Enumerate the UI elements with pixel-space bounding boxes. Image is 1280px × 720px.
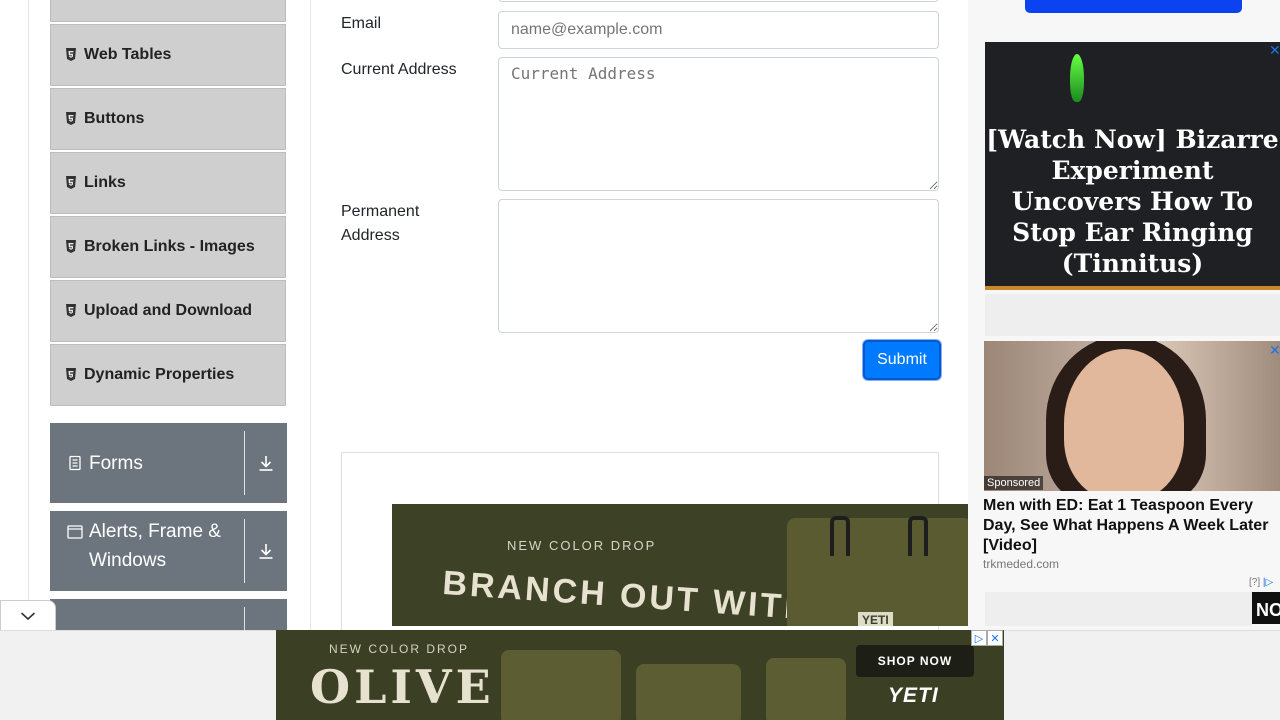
yeti-logo: YETI (858, 612, 893, 626)
html5-icon (65, 176, 77, 190)
chevron-down-icon (20, 611, 36, 620)
sidebar-item-label: Buttons (84, 110, 145, 127)
sidebar-item-label: Links (84, 174, 126, 191)
current-address-label: Current Address (341, 61, 457, 78)
ad-headline: OLIVE (310, 660, 495, 714)
inline-ad-banner[interactable]: NEW COLOR DROP BRANCH OUT WITH YETI (392, 504, 970, 626)
product-image (766, 658, 846, 720)
permanent-address-field[interactable] (498, 199, 939, 333)
download-arrow-icon (259, 456, 273, 471)
sidebar-item-label: Dynamic Properties (84, 366, 235, 383)
product-image (636, 664, 741, 720)
group-label: Alerts, Frame & Windows (89, 521, 221, 571)
sponsored-label: Sponsored (984, 476, 1044, 490)
native-ad-image[interactable] (984, 341, 1280, 491)
sidebar-group-alerts[interactable]: Alerts, Frame & Windows (50, 511, 287, 591)
ad-spacer (985, 294, 1280, 336)
ad-corner-tile[interactable]: NO (1252, 592, 1280, 624)
expand-button[interactable] (245, 423, 287, 503)
brand-logo: YETI (888, 684, 939, 707)
adchoices-icon[interactable]: ▷ (971, 630, 987, 646)
sidebar-item-label: Web Tables (84, 46, 172, 63)
shop-now-button[interactable]: SHOP NOW (856, 645, 974, 677)
ad-headline: [Watch Now] Bizarre Experiment Uncovers … (986, 125, 1279, 278)
sidebar-group-forms[interactable]: Forms (50, 423, 287, 503)
form-icon (69, 455, 81, 471)
html5-icon (65, 304, 77, 318)
download-arrow-icon (259, 544, 273, 559)
expand-button[interactable] (245, 511, 287, 591)
strap-graphic (908, 516, 928, 556)
current-address-field[interactable] (498, 57, 939, 191)
ad-caption: NEW COLOR DROP (329, 642, 470, 656)
sidebar-item-dynamic-properties[interactable]: Dynamic Properties (50, 344, 286, 406)
sidebar-item-broken-links[interactable]: Broken Links - Images (50, 216, 286, 278)
sidebar-item-web-tables[interactable]: Web Tables (50, 24, 286, 86)
left-divider (28, 0, 29, 630)
flame-graphic (1070, 54, 1084, 102)
cooler-image (787, 518, 970, 626)
tinnitus-ad[interactable]: [Watch Now] Bizarre Experiment Uncovers … (985, 42, 1280, 290)
native-ad-domain[interactable]: trkmeded.com (983, 557, 1059, 571)
ad-info-label: [?] (1249, 577, 1261, 588)
column-divider (310, 0, 311, 630)
page: Web Tables Buttons Links Broken Links - … (0, 0, 1280, 720)
ad-headline: BRANCH OUT WITH (441, 564, 813, 626)
email-field[interactable] (498, 11, 939, 49)
sidebar-item-label: Upload and Download (84, 302, 252, 319)
sidebar-item-prev[interactable] (50, 0, 286, 22)
collapse-ad-button[interactable] (0, 600, 56, 630)
face-graphic (1064, 349, 1184, 491)
ad-close-icon[interactable]: ✕ (987, 630, 1003, 646)
previous-field[interactable] (498, 0, 939, 2)
ad-close-icon[interactable]: ✕ (1269, 343, 1280, 357)
sidebar-item-label: Broken Links - Images (84, 238, 255, 255)
html5-icon (65, 48, 77, 62)
window-icon (67, 525, 83, 539)
ad-blue-button[interactable] (1025, 0, 1242, 13)
sidebar-item-buttons[interactable]: Buttons (50, 88, 286, 150)
html5-icon (65, 368, 77, 382)
sidebar-item-links[interactable]: Links (50, 152, 286, 214)
ad-caption: NEW COLOR DROP (507, 538, 657, 553)
html5-icon (65, 112, 77, 126)
permanent-address-label: Permanent Address (341, 203, 420, 244)
email-label: Email (341, 15, 382, 32)
group-label: Forms (89, 452, 143, 474)
html5-icon (65, 240, 77, 254)
submit-button[interactable]: Submit (863, 340, 941, 380)
ad-spacer (985, 592, 1252, 626)
product-image (501, 650, 621, 720)
sidebar-item-upload-download[interactable]: Upload and Download (50, 280, 286, 342)
ad-info-link[interactable]: [?] |▷ (1249, 577, 1273, 588)
ad-close-icon[interactable]: ✕ (1269, 43, 1280, 57)
adchoices-icon: |▷ (1262, 577, 1274, 588)
bottom-ad-banner[interactable]: NEW COLOR DROP OLIVE SHOP NOW YETI (276, 630, 1004, 720)
strap-graphic (830, 516, 850, 556)
native-ad-title[interactable]: Men with ED: Eat 1 Teaspoon Every Day, S… (983, 496, 1275, 556)
